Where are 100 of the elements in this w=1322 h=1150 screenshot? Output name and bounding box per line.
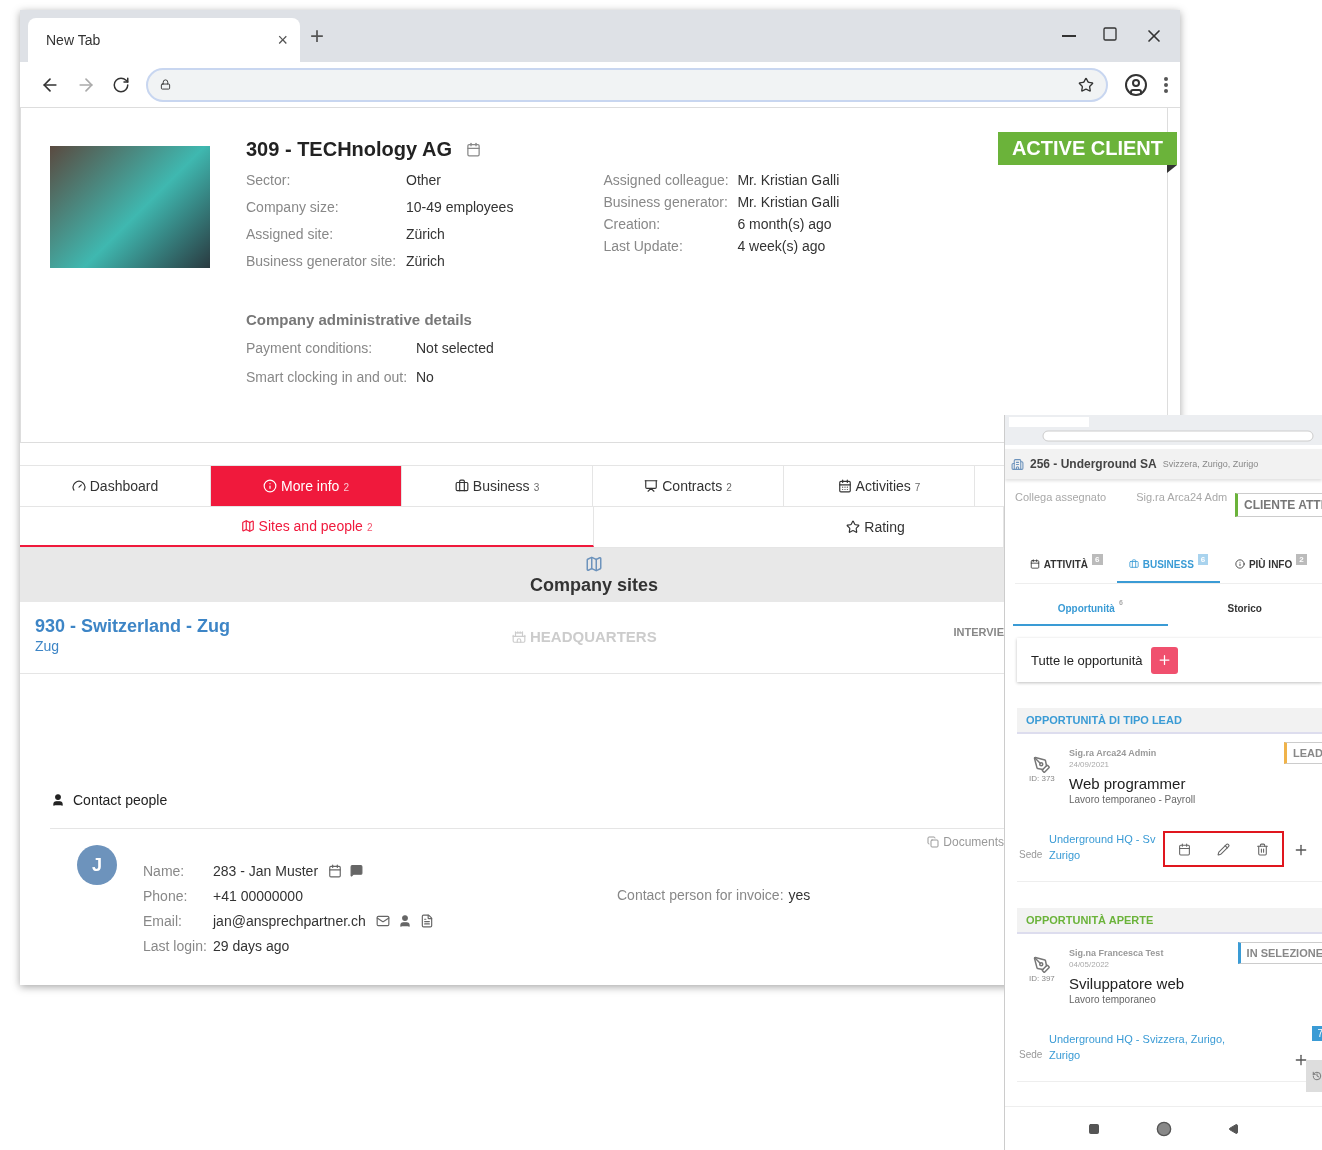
field-label: Phone: bbox=[143, 888, 189, 904]
briefcase-icon bbox=[454, 479, 469, 493]
map-icon bbox=[585, 554, 603, 573]
section-header: OPPORTUNITÀ DI TIPO LEAD bbox=[1017, 708, 1322, 734]
detail-label: Assigned colleague: bbox=[603, 172, 730, 188]
calendar-icon bbox=[328, 864, 343, 878]
detail-label: Company size: bbox=[246, 199, 340, 215]
copy-icon bbox=[927, 836, 940, 848]
field-value: 29 days ago bbox=[213, 938, 290, 954]
edit-icon bbox=[1217, 842, 1230, 856]
reload-icon bbox=[112, 75, 130, 94]
detail-label: Smart clocking in and out: bbox=[246, 369, 409, 385]
maximize-icon bbox=[1102, 26, 1118, 42]
field-value: +41 00000000 bbox=[213, 888, 303, 904]
site-link[interactable]: Zurigo bbox=[1049, 849, 1156, 861]
plus-icon bbox=[1293, 1052, 1309, 1068]
history-button[interactable] bbox=[1306, 1060, 1322, 1092]
author: Sig.ra Arca24 Admin bbox=[1069, 748, 1158, 758]
tab-title: New Tab bbox=[46, 32, 101, 48]
status-badge: IN SELEZIONE bbox=[1237, 942, 1322, 964]
opportunity-subtitle: Lavoro temporaneo - Payroll bbox=[1069, 794, 1196, 805]
calendar-icon bbox=[465, 141, 481, 157]
site-label: Sede bbox=[1019, 849, 1044, 861]
detail-value: No bbox=[416, 369, 435, 385]
status-badge: LEAD bbox=[1284, 742, 1322, 764]
field-label: Contact person for invoice: bbox=[617, 887, 784, 903]
detail-value: Zürich bbox=[406, 226, 446, 242]
pen-icon bbox=[1032, 756, 1051, 774]
site-link[interactable]: 930 - Switzerland - Zug bbox=[35, 616, 231, 637]
detail-value: 4 week(s) ago bbox=[737, 238, 827, 254]
detail-value: Mr. Kristian Galli bbox=[737, 172, 840, 188]
browser-tab[interactable]: New Tab × bbox=[28, 18, 300, 62]
add-button[interactable] bbox=[1150, 646, 1178, 674]
detail-value: Mr. Kristian Galli bbox=[737, 194, 840, 210]
history-icon bbox=[1312, 1070, 1322, 1082]
author: Sig.na Francesca Test bbox=[1069, 948, 1165, 958]
site-link[interactable]: Zurigo bbox=[1049, 1049, 1226, 1061]
document-icon bbox=[419, 914, 434, 928]
tab-close-button[interactable]: × bbox=[277, 29, 288, 51]
menu-icon[interactable] bbox=[1164, 76, 1168, 93]
bookmark-star-icon bbox=[1078, 76, 1094, 93]
pen-icon bbox=[1032, 956, 1051, 974]
person-icon bbox=[51, 793, 65, 807]
field-label: Name: bbox=[143, 863, 186, 879]
briefcase-icon bbox=[1128, 559, 1139, 569]
presentation-icon bbox=[644, 479, 659, 493]
calendar-icon bbox=[837, 479, 852, 493]
faded-value: Sig.ra Arca24 Adm bbox=[1136, 491, 1228, 505]
info-icon bbox=[1234, 559, 1245, 569]
section-title: Company administrative details bbox=[246, 311, 473, 328]
site-city: Zug bbox=[35, 638, 60, 654]
status-ribbon: ACTIVE CLIENT bbox=[997, 132, 1177, 165]
company-title: 309 - TECHnology AG bbox=[246, 137, 452, 161]
field-label: Last login: bbox=[143, 938, 208, 954]
square-icon bbox=[1087, 1122, 1100, 1135]
opportunity-subtitle: Lavoro temporaneo bbox=[1069, 994, 1157, 1005]
sub-tab[interactable]: Sites and people 2 bbox=[20, 507, 594, 547]
site-column-text: INTERVIE bbox=[953, 626, 1004, 638]
count-badge: 7 bbox=[1312, 1026, 1322, 1041]
add-button[interactable] bbox=[1293, 1052, 1309, 1068]
person-icon bbox=[397, 914, 412, 928]
gauge-icon bbox=[71, 479, 86, 493]
tower-icon bbox=[512, 629, 527, 644]
detail-label: Business generator: bbox=[603, 194, 729, 210]
detail-label: Assigned site: bbox=[246, 226, 335, 242]
field-value: jan@ansprechpartner.ch bbox=[213, 913, 366, 929]
detail-label: Sector: bbox=[246, 172, 292, 188]
map-icon bbox=[240, 519, 255, 533]
chat-bubble-icon bbox=[350, 864, 364, 877]
section-title: Contact people bbox=[73, 792, 168, 808]
detail-value: Not selected bbox=[416, 340, 495, 356]
avatar: J bbox=[77, 845, 117, 885]
date: 24/09/2021 bbox=[1069, 760, 1111, 769]
field-value: yes bbox=[788, 887, 811, 903]
id-text: ID: 373 bbox=[1029, 774, 1055, 783]
info-icon bbox=[263, 479, 278, 493]
building-icon bbox=[1011, 457, 1024, 471]
detail-value: 10-49 employees bbox=[406, 199, 514, 215]
detail-value: 6 month(s) ago bbox=[737, 216, 833, 232]
nav-tab[interactable]: More info 2 bbox=[211, 466, 402, 506]
home-circle-icon bbox=[1155, 1120, 1172, 1137]
new-tab-button[interactable]: + bbox=[310, 22, 324, 50]
section-title: Company sites bbox=[529, 574, 658, 596]
detail-label: Last Update: bbox=[603, 238, 684, 254]
lock-icon bbox=[160, 79, 171, 90]
site-link[interactable]: Underground HQ - Sv bbox=[1049, 833, 1156, 845]
add-button[interactable] bbox=[1293, 842, 1309, 858]
profile-icon bbox=[1124, 72, 1148, 97]
mobile-subtitle: Svizzera, Zurigo, Zurigo bbox=[1162, 459, 1259, 469]
date: 04/05/2022 bbox=[1069, 960, 1111, 969]
calendar-icon bbox=[1178, 842, 1191, 856]
site-link[interactable]: Underground HQ - Svizzera, Zurigo, bbox=[1049, 1033, 1226, 1045]
detail-value: Other bbox=[406, 172, 442, 188]
nav-tab[interactable]: Dashboard bbox=[20, 466, 211, 506]
card-title: Tutte le opportunità bbox=[1031, 652, 1143, 668]
faded-label: Collega assegnato bbox=[1015, 491, 1107, 505]
detail-label: Payment conditions: bbox=[246, 340, 374, 356]
section-header: OPPORTUNITÀ APERTE bbox=[1017, 908, 1322, 934]
field-value: 283 - Jan Muster bbox=[213, 863, 319, 879]
mail-icon bbox=[375, 914, 390, 928]
